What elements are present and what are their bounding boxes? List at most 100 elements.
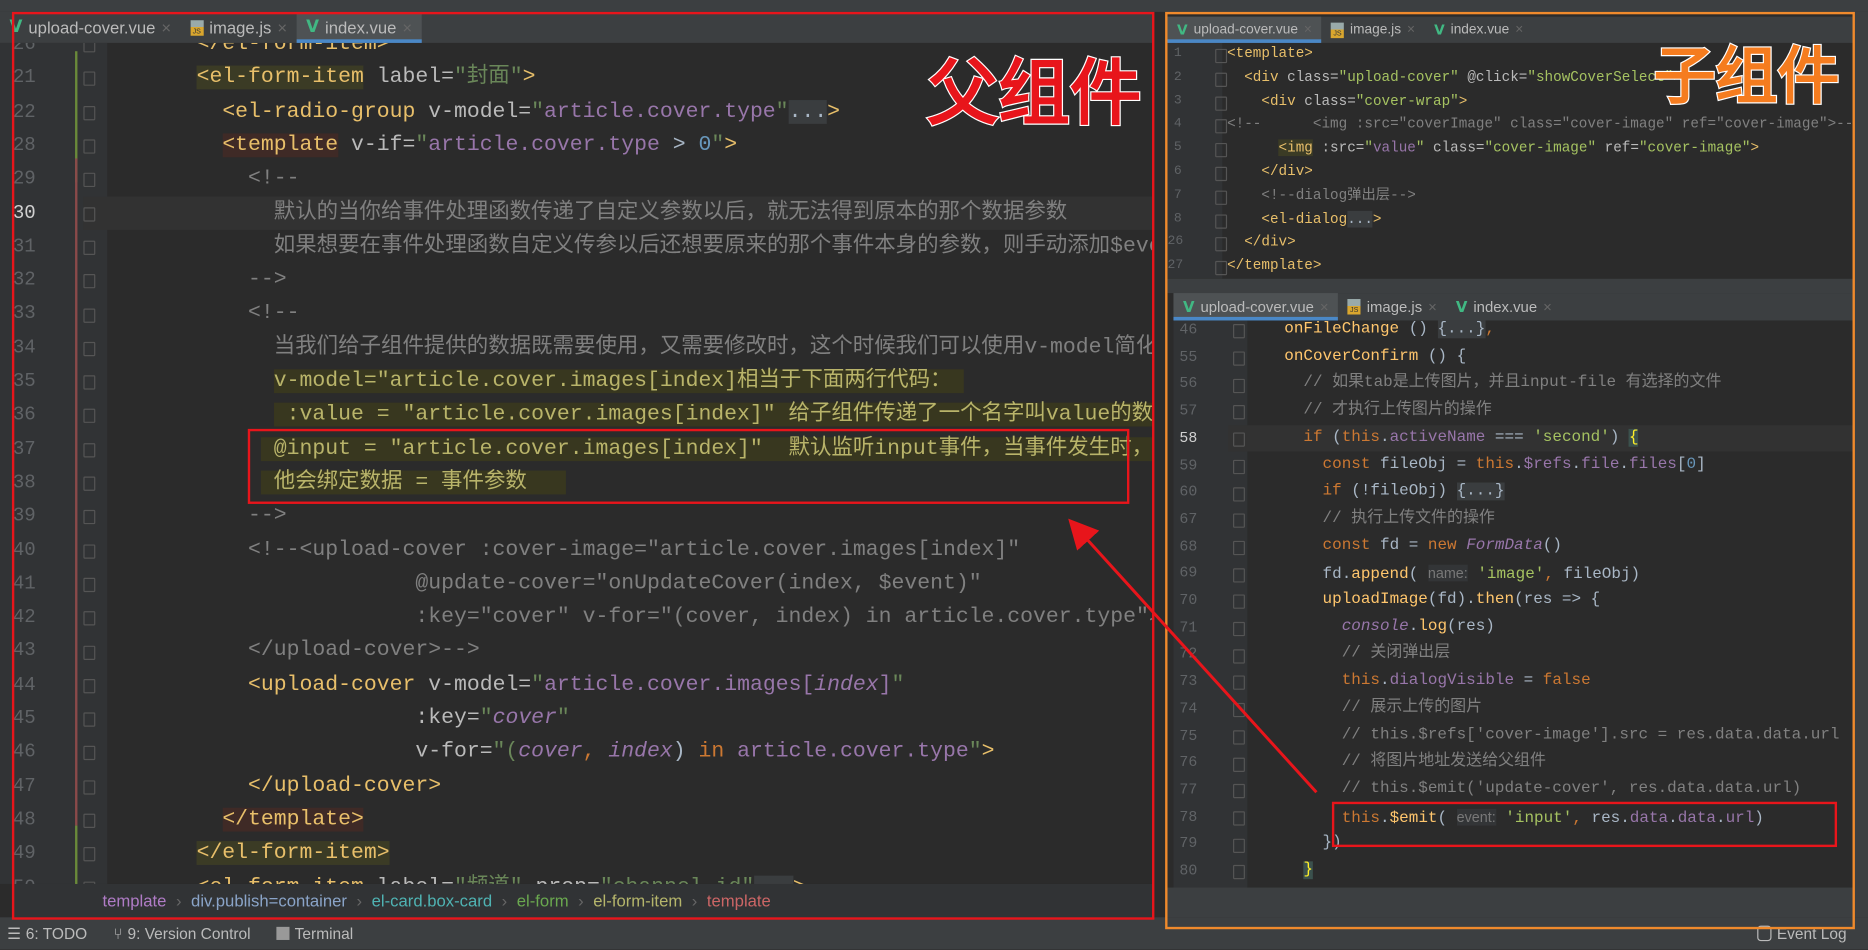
fold-marker-icon[interactable] (1233, 703, 1245, 718)
right-bottom-code-area[interactable]: 46 onFileChange () {...}, 55 onCoverConfirm… (1173, 320, 1853, 887)
fold-marker-icon[interactable] (83, 274, 96, 289)
fold-marker-icon[interactable] (83, 510, 96, 525)
fold-marker-icon[interactable] (83, 240, 96, 255)
fold-marker-icon[interactable] (1215, 237, 1228, 252)
fold-marker-icon[interactable] (1233, 486, 1245, 502)
vcs-change-marker[interactable] (75, 825, 78, 884)
fold-marker-icon[interactable] (83, 476, 96, 491)
code-token: v-model= (415, 99, 532, 124)
fold-marker-icon[interactable] (1215, 72, 1228, 87)
fold-marker-icon[interactable] (1215, 166, 1228, 181)
fold-marker-icon[interactable] (1233, 784, 1245, 799)
fold-marker-icon[interactable] (1215, 143, 1228, 158)
fold-marker-icon[interactable] (83, 308, 96, 323)
fold-marker-icon[interactable] (83, 173, 96, 188)
close-tab-icon[interactable]: × (1407, 23, 1415, 37)
close-tab-icon[interactable]: × (1543, 298, 1552, 315)
breadcrumb-item[interactable]: el-form (517, 891, 569, 910)
fold-marker-icon[interactable] (83, 139, 96, 154)
fold-marker-icon[interactable] (83, 544, 96, 559)
fold-marker-icon[interactable] (1233, 351, 1245, 366)
fold-marker-icon[interactable] (1233, 648, 1245, 664)
fold-marker-icon[interactable] (83, 577, 96, 593)
fold-marker-icon[interactable] (83, 780, 96, 795)
fold-marker-icon[interactable] (83, 409, 96, 424)
close-tab-icon[interactable]: × (1515, 23, 1523, 37)
fold-marker-icon[interactable] (83, 746, 96, 761)
fold-marker-icon[interactable] (83, 375, 96, 390)
close-tab-icon[interactable]: × (1320, 298, 1329, 315)
fold-marker-icon[interactable] (1233, 378, 1245, 393)
tab-index-vue[interactable]: Vindex.vue × (1425, 17, 1533, 43)
tab-upload-cover-vue[interactable]: Vupload-cover.vue × (0, 12, 181, 43)
right-scroll-region[interactable] (1852, 11, 1868, 918)
fold-marker-icon[interactable] (1233, 621, 1245, 637)
tab-index-vue[interactable]: Vindex.vue × (1446, 293, 1561, 320)
fold-marker-icon[interactable] (83, 611, 96, 626)
fold-marker-icon[interactable] (83, 712, 96, 727)
line-number: 6 (1173, 164, 1182, 179)
fold-marker-icon[interactable] (83, 341, 96, 357)
fold-marker-icon[interactable] (1215, 95, 1228, 111)
close-tab-icon[interactable]: × (1304, 23, 1312, 37)
fold-marker-icon[interactable] (1233, 513, 1245, 529)
fold-marker-icon[interactable] (83, 42, 96, 53)
tab-upload-cover-vue[interactable]: Vupload-cover.vue × (1167, 16, 1322, 43)
fold-marker-icon[interactable] (1233, 838, 1245, 853)
code-token: class= (1295, 92, 1356, 110)
close-tab-icon[interactable]: × (277, 18, 287, 37)
fold-marker-icon[interactable] (1233, 324, 1245, 339)
fold-marker-icon[interactable] (1215, 190, 1228, 205)
vcs-change-marker[interactable] (75, 158, 78, 826)
terminal-tool-button[interactable]: Terminal (276, 924, 353, 942)
event-log-button[interactable]: Event Log (1757, 924, 1847, 942)
tab-image-js[interactable]: JS image.js × (1321, 17, 1424, 43)
fold-marker-icon[interactable] (83, 105, 96, 121)
fold-marker-icon[interactable] (1215, 213, 1228, 229)
left-editor[interactable]: 26 </el-form-item> 21 <el-form-item label="… (0, 42, 1153, 884)
tab-label: upload-cover.vue (28, 17, 156, 37)
breadcrumb-item[interactable]: el-card.box-card (372, 891, 493, 910)
version-control-tool-button[interactable]: ⑂ 9: Version Control (113, 924, 250, 942)
fold-marker-icon[interactable] (1233, 811, 1245, 826)
right-bottom-editor[interactable]: 46 onFileChange () {...}, 55 onCoverConfirm… (1173, 320, 1853, 888)
breadcrumb-item[interactable]: div.publish=container (191, 891, 347, 910)
fold-marker-icon[interactable] (83, 678, 96, 694)
fold-marker-icon[interactable] (83, 645, 96, 660)
fold-marker-icon[interactable] (1215, 48, 1228, 64)
close-tab-icon[interactable]: × (402, 18, 412, 37)
fold-marker-icon[interactable] (83, 206, 96, 222)
breadcrumb-item[interactable]: el-form-item (593, 891, 682, 910)
fold-marker-icon[interactable] (1233, 459, 1245, 474)
fold-marker-icon[interactable] (1215, 261, 1228, 276)
breadcrumb-item[interactable]: template (102, 891, 166, 910)
pane-splitter[interactable] (1167, 278, 1853, 294)
fold-marker-icon[interactable] (1233, 540, 1245, 556)
fold-marker-icon[interactable] (1233, 594, 1245, 610)
tab-index-vue[interactable]: Vindex.vue × (296, 11, 422, 43)
fold-marker-icon[interactable] (1233, 405, 1245, 420)
fold-marker-icon[interactable] (1233, 757, 1245, 772)
fold-marker-icon[interactable] (1233, 730, 1245, 745)
fold-marker-icon[interactable] (1233, 432, 1245, 447)
fold-marker-icon[interactable] (1233, 865, 1245, 880)
fold-marker-icon[interactable] (1233, 567, 1245, 583)
code-line: </upload-cover>--> (197, 634, 480, 668)
fold-marker-icon[interactable] (83, 72, 96, 87)
fold-marker-icon[interactable] (83, 813, 96, 829)
line-number: 72 (1179, 646, 1198, 663)
fold-marker-icon[interactable] (1215, 119, 1228, 134)
tab-image-js[interactable]: JS image.js × (181, 12, 297, 43)
fold-marker-icon[interactable] (1233, 676, 1245, 691)
left-code-area[interactable]: 26 </el-form-item> 21 <el-form-item label="… (0, 42, 1153, 884)
todo-tool-button[interactable]: ☰ 6: TODO (7, 924, 87, 943)
close-tab-icon[interactable]: × (161, 18, 171, 37)
code-token: console (1341, 617, 1409, 636)
tab-image-js[interactable]: JS image.js × (1338, 293, 1446, 320)
fold-marker-icon[interactable] (83, 442, 96, 458)
close-tab-icon[interactable]: × (1428, 298, 1437, 315)
fold-marker-icon[interactable] (83, 847, 96, 862)
breadcrumb-item[interactable]: template (707, 891, 771, 910)
tab-upload-cover-vue[interactable]: Vupload-cover.vue × (1173, 293, 1339, 321)
